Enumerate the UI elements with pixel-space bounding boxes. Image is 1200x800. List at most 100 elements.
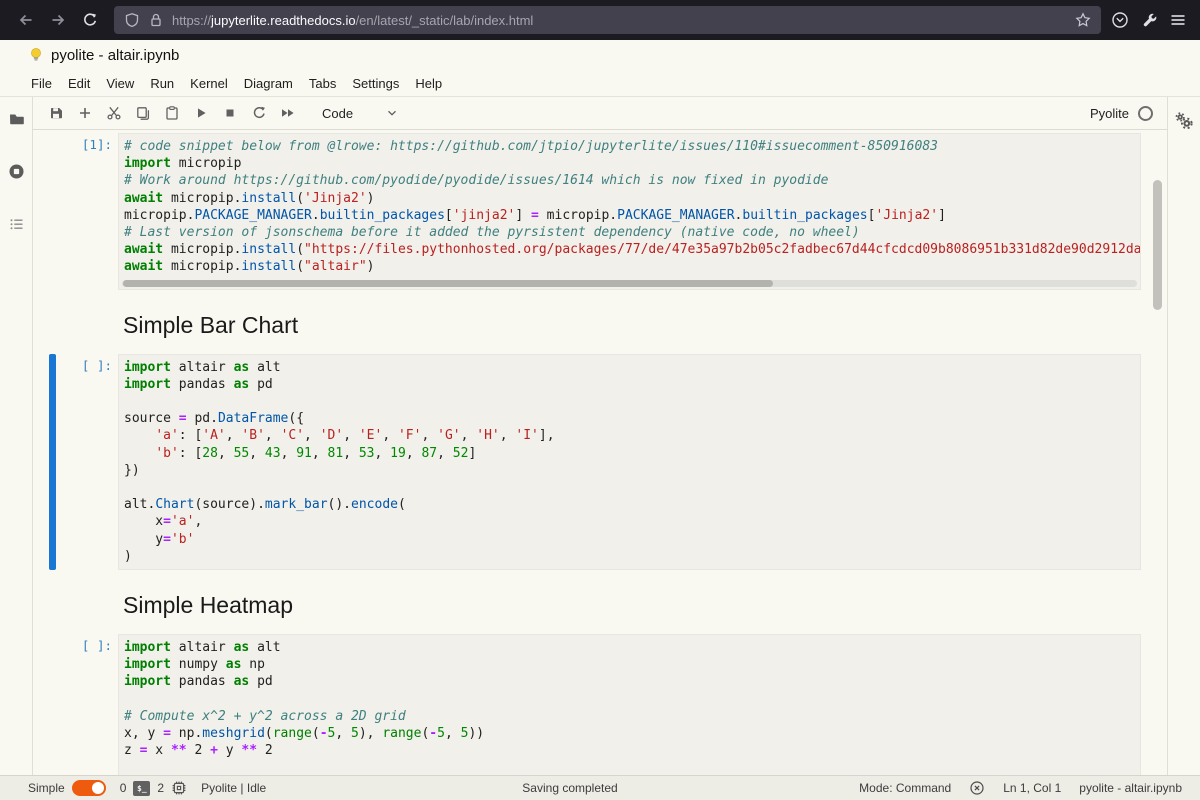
cell-prompt: [ ]: [56, 634, 118, 775]
arrow-left-icon [18, 12, 34, 28]
code-token: , [312, 446, 328, 461]
code-token: , [421, 428, 437, 443]
kernel-name[interactable]: Pyolite [1090, 106, 1129, 121]
menu-kernel[interactable]: Kernel [182, 72, 236, 95]
shield-icon[interactable] [124, 12, 140, 28]
code-token: 81 [328, 446, 344, 461]
kernel-status-text[interactable]: Pyolite | Idle [201, 781, 266, 795]
pocket-icon[interactable] [1111, 11, 1129, 29]
run-cell-button[interactable] [186, 100, 215, 126]
url-bar[interactable]: https://jupyterlite.readthedocs.io/en/la… [114, 6, 1101, 34]
horizontal-scrollbar-thumb[interactable] [123, 280, 773, 287]
menu-file[interactable]: File [23, 72, 60, 95]
cell-prompt: [ ]: [56, 354, 118, 570]
markdown-cell[interactable]: Simple Heatmap [49, 590, 1167, 620]
code-token: # Work around https://github.com/pyodide… [124, 173, 828, 188]
menu-run[interactable]: Run [142, 72, 182, 95]
cell-collapser[interactable] [49, 354, 56, 570]
code-token: z [124, 743, 140, 758]
code-token: , [249, 446, 265, 461]
hamburger-menu-icon[interactable] [1170, 12, 1186, 28]
cursor-position[interactable]: Ln 1, Col 1 [1003, 781, 1061, 795]
code-token: x [147, 743, 170, 758]
wrench-icon[interactable] [1141, 12, 1158, 29]
cell-editor[interactable]: import altair as altimport numpy as npim… [118, 634, 1141, 775]
file-browser-icon[interactable] [8, 111, 25, 127]
browser-back-button[interactable] [10, 6, 42, 34]
cell-editor[interactable]: # code snippet below from @lrowe: https:… [118, 133, 1141, 290]
code-token: = [163, 532, 171, 547]
simple-mode-toggle[interactable] [72, 780, 106, 796]
cell-collapser[interactable] [49, 634, 56, 775]
code-token: await [124, 191, 163, 206]
cut-cells-button[interactable] [99, 100, 128, 126]
code-token: install [241, 191, 296, 206]
code-token: y [218, 743, 241, 758]
code-line: alt.Chart(source).mark_bar().encode( [124, 496, 1135, 513]
browser-actions [1111, 11, 1190, 29]
cell-collapser[interactable] [49, 133, 56, 290]
menu-tabs[interactable]: Tabs [301, 72, 344, 95]
code-token: ) [367, 191, 375, 206]
code-token: ) [124, 549, 132, 564]
save-button[interactable] [41, 100, 70, 126]
code-token: - [320, 726, 328, 741]
browser-forward-button[interactable] [42, 6, 74, 34]
code-token: altair [171, 640, 234, 655]
code-token: , [281, 446, 297, 461]
markdown-cell[interactable]: Simple Bar Chart [49, 310, 1167, 340]
vertical-scrollbar-thumb[interactable] [1153, 180, 1162, 310]
horizontal-scrollbar-track[interactable] [122, 280, 1137, 287]
terminal-count: 0 [120, 781, 127, 795]
code-token: ( [312, 726, 320, 741]
restart-kernel-button[interactable] [244, 100, 273, 126]
simple-mode-switch[interactable]: Simple [28, 780, 106, 796]
copy-cells-button[interactable] [128, 100, 157, 126]
bookmark-star-icon[interactable] [1075, 12, 1091, 28]
code-line: await micropip.install('Jinja2') [124, 190, 1135, 207]
table-of-contents-icon[interactable] [8, 216, 25, 232]
interrupt-kernel-button[interactable] [215, 100, 244, 126]
code-token: 'A' [202, 428, 225, 443]
code-token: import [124, 657, 171, 672]
cell-editor[interactable]: import altair as altimport pandas as pd … [118, 354, 1141, 570]
browser-reload-button[interactable] [74, 6, 106, 34]
kernel-status-indicator[interactable] [1138, 106, 1153, 121]
simple-mode-label: Simple [28, 781, 65, 795]
code-token: install [241, 242, 296, 257]
code-line: source = pd.DataFrame({ [124, 410, 1135, 427]
menu-help[interactable]: Help [407, 72, 450, 95]
menu-diagram[interactable]: Diagram [236, 72, 301, 95]
code-line: 'b': [28, 55, 43, 91, 81, 53, 19, 87, 52… [124, 445, 1135, 462]
code-token: 'a' [171, 514, 194, 529]
paste-cells-button[interactable] [157, 100, 186, 126]
code-token: "https://files.pythonhosted.org/packages… [304, 242, 1141, 257]
run-all-cells-button[interactable] [273, 100, 302, 126]
code-token: as [234, 674, 250, 689]
cell-collapser[interactable] [49, 310, 56, 340]
property-inspector-gears-icon[interactable] [1174, 111, 1194, 131]
code-token: , [375, 446, 391, 461]
code-token: as [234, 377, 250, 392]
code-token: micropip. [124, 208, 194, 223]
cell-type-value: Code [322, 106, 353, 121]
running-sessions-status[interactable]: 0 $_ 2 [120, 780, 187, 796]
running-sessions-icon[interactable] [8, 163, 25, 180]
menu-settings[interactable]: Settings [344, 72, 407, 95]
notifications-off-icon[interactable] [969, 780, 985, 796]
code-token: 91 [296, 446, 312, 461]
add-cell-button[interactable] [70, 100, 99, 126]
code-token: range [273, 726, 312, 741]
cell-type-dropdown[interactable]: Code [316, 104, 405, 123]
code-token: ** [241, 743, 257, 758]
code-token: 'B' [241, 428, 264, 443]
code-line: import micropip [124, 155, 1135, 172]
cell-collapser[interactable] [49, 590, 56, 620]
code-token: 'jinja2' [453, 208, 516, 223]
code-token: pd [249, 377, 272, 392]
lock-icon[interactable] [148, 12, 164, 28]
menu-view[interactable]: View [98, 72, 142, 95]
code-token: # Compute x^2 + y^2 across a 2D grid [124, 709, 406, 724]
code-token: alt [249, 360, 280, 375]
menu-edit[interactable]: Edit [60, 72, 98, 95]
